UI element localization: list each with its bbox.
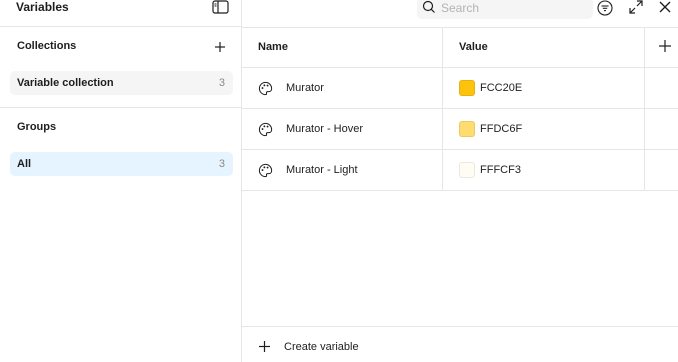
groups-title: Groups: [17, 121, 57, 133]
add-collection-icon[interactable]: [213, 40, 227, 54]
collection-count: 3: [218, 77, 225, 89]
search-input[interactable]: [441, 0, 587, 19]
group-count: 3: [218, 158, 225, 170]
close-icon[interactable]: [657, 0, 673, 15]
sidebar-divider: [0, 107, 241, 108]
add-mode-icon[interactable]: [658, 39, 672, 53]
create-variable-label: Create variable: [284, 341, 359, 353]
palette-icon: [258, 81, 273, 96]
group-label: All: [17, 158, 32, 170]
palette-icon: [258, 122, 273, 137]
table-row[interactable]: Murator - Hover FFDC6F: [242, 109, 678, 150]
sidebar: Variables Collections Variable collectio…: [0, 0, 242, 362]
color-swatch[interactable]: [459, 80, 475, 96]
plus-icon: [259, 341, 270, 352]
color-swatch[interactable]: [459, 162, 475, 178]
filter-icon[interactable]: [596, 0, 614, 17]
variable-name: Murator - Hover: [286, 123, 364, 135]
variable-name: Murator: [286, 82, 324, 94]
search-icon: [422, 0, 435, 13]
header-name: Name: [258, 41, 288, 53]
collections-title: Collections: [17, 40, 77, 52]
collection-item[interactable]: Variable collection 3: [10, 71, 233, 95]
create-variable-button[interactable]: Create variable: [242, 326, 678, 362]
search-box[interactable]: [417, 0, 593, 19]
expand-icon[interactable]: [628, 0, 644, 15]
palette-icon: [258, 163, 273, 178]
sidebar-toggle-icon[interactable]: [212, 0, 230, 14]
main-panel: Name Value Murator FCC20E: [242, 0, 678, 362]
color-swatch[interactable]: [459, 121, 475, 137]
variable-value: FFDC6F: [480, 123, 523, 135]
groups-header: Groups: [0, 112, 241, 144]
table-header: Name Value: [242, 28, 678, 68]
group-item-all[interactable]: All 3: [10, 152, 233, 176]
header-value: Value: [459, 41, 488, 53]
collections-header: Collections: [0, 31, 241, 63]
variables-table: Name Value Murator FCC20E Murator - Hove…: [242, 28, 678, 191]
variable-name: Murator - Light: [286, 164, 358, 176]
table-row[interactable]: Murator FCC20E: [242, 68, 678, 109]
variable-value: FCC20E: [480, 82, 523, 94]
variable-value: FFFCF3: [480, 164, 521, 176]
collection-label: Variable collection: [17, 77, 114, 89]
sidebar-header: Variables: [0, 0, 241, 27]
app-title: Variables: [16, 0, 69, 14]
table-row[interactable]: Murator - Light FFFCF3: [242, 150, 678, 191]
